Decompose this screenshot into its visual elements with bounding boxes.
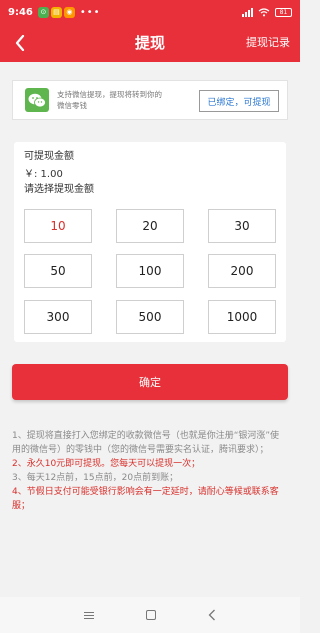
note-item: 3、每天12点前，15点前，20点前到账； [12,473,179,483]
withdraw-notes: 1、提现将直接打入您绑定的收款微信号（也就是你注册“银河涨”使用的微信号）的零钱… [12,429,288,513]
system-nav-bar [0,597,300,633]
status-bar: 9:46 ⊙ ▤ ◉ ••• 81 [0,0,300,24]
orange-app-notification-icon: ◉ [63,6,75,18]
available-amount-label: 可提现金额 [24,151,74,162]
note-item: 4、节假日支付可能受银行影响会有一定延时，请耐心等候或联系客服； [12,487,279,511]
wechat-bound-button[interactable]: 已绑定，可提现 [199,90,279,112]
green-app-notification-icon: ⊙ [37,6,49,18]
amount-option-500[interactable]: 500 [116,300,184,334]
yellow-app-notification-icon: ▤ [50,6,62,18]
app-bar: 提现 提现记录 [0,24,300,62]
wechat-binding-card: 支持微信提现，提现将转到你的微信零钱 已绑定，可提现 [12,80,288,120]
amount-option-50[interactable]: 50 [24,254,92,288]
note-item: 1、提现将直接打入您绑定的收款微信号（也就是你注册“银河涨”使用的微信号）的零钱… [12,431,280,455]
home-icon[interactable] [146,610,156,620]
wechat-icon [25,88,49,112]
available-amount-value: ￥: 1.00 [24,169,63,180]
amount-option-1000[interactable]: 1000 [208,300,276,334]
wifi-icon [258,7,270,16]
note-item: 2、永久10元即可提现。您每天可以提现一次； [12,459,201,469]
back-triangle-icon[interactable] [208,609,216,621]
amount-option-30[interactable]: 30 [208,209,276,243]
amount-option-100[interactable]: 100 [116,254,184,288]
amount-card: 可提现金额 ￥: 1.00 请选择提现金额 10 20 30 50 100 20… [14,142,286,342]
wechat-description: 支持微信提现，提现将转到你的微信零钱 [57,90,162,110]
battery-icon: 81 [275,7,292,17]
confirm-button[interactable]: 确定 [12,364,288,400]
amount-option-20[interactable]: 20 [116,209,184,243]
signal-icon [242,7,253,17]
choose-amount-label: 请选择提现金额 [24,184,94,195]
amount-option-10[interactable]: 10 [24,209,92,243]
amount-option-300[interactable]: 300 [24,300,92,334]
withdraw-records-link[interactable]: 提现记录 [246,24,290,62]
status-time: 9:46 [8,6,33,18]
more-notifications-dots: ••• [79,6,101,18]
menu-icon[interactable] [84,611,94,619]
amount-option-200[interactable]: 200 [208,254,276,288]
